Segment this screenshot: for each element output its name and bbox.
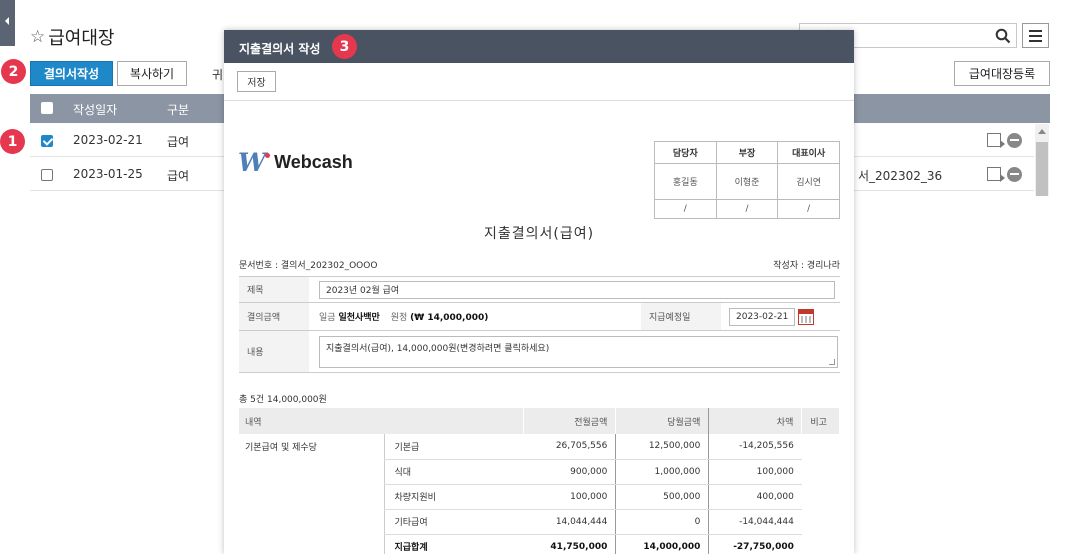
calendar-icon[interactable]: [797, 308, 814, 325]
scrollbar[interactable]: [1035, 124, 1049, 196]
column-header-item: 내역: [239, 408, 525, 434]
row-date: 2023-02-21: [73, 133, 143, 147]
delete-icon[interactable]: [1007, 133, 1022, 148]
column-header-date[interactable]: 작성일자: [73, 101, 117, 118]
company-logo: W Webcash: [238, 148, 353, 177]
content-textarea[interactable]: 지출결의서(급여), 14,000,000원(변경하려면 클릭하세요): [319, 335, 838, 368]
due-date-label: 지급예정일: [641, 302, 721, 331]
row-checkbox[interactable]: [41, 135, 53, 147]
approver-name: 김시연: [777, 163, 840, 200]
column-header-diff: 차액: [708, 408, 803, 434]
amount-value: 일금 일천사백만 원정 (₩ 14,000,000): [309, 302, 641, 331]
row-checkbox[interactable]: [41, 169, 53, 181]
approver-name: 홍길동: [654, 163, 717, 200]
approval-table: 담당자 부장 대표이사 홍길동 이형준 김시연 / / /: [654, 141, 840, 219]
row-title: 서_202302_36: [858, 169, 943, 183]
subject-label: 제목: [239, 276, 309, 303]
amount-korean: 일천사백만: [338, 313, 380, 323]
logo-mark: W: [238, 148, 266, 177]
copy-button[interactable]: 복사하기: [117, 61, 187, 86]
table-row: 기본급여 및 제수당 기본급 26,705,556 12,500,000 -14…: [239, 434, 840, 460]
chevron-left-icon: [5, 17, 9, 25]
approval-header: 담당자: [654, 141, 717, 164]
summary-text: 총 5건 14,000,000원: [239, 395, 327, 405]
step-badge-2: 2: [1, 59, 26, 84]
menu-button[interactable]: [1022, 23, 1049, 48]
step-badge-1: 1: [0, 129, 25, 154]
column-header-cur: 당월금액: [615, 408, 710, 434]
column-header-note: 비고: [801, 408, 840, 434]
step-badge-3: 3: [332, 34, 357, 59]
page-title: ☆ 급여대장: [30, 24, 115, 50]
star-icon[interactable]: ☆: [30, 27, 45, 47]
approval-header: 대표이사: [777, 141, 840, 164]
select-all-checkbox[interactable]: [41, 102, 53, 114]
approver-name: 이형준: [715, 163, 779, 200]
save-button[interactable]: 저장: [237, 71, 276, 92]
group-label: 기본급여 및 제수당: [245, 443, 317, 453]
row-type: 급여: [167, 135, 190, 149]
document-author: 작성자 : 경리나라: [773, 261, 840, 271]
row-type: 급여: [167, 169, 190, 183]
voucher-form: 제목 2023년 02월 급여 결의금액 일금 일천사백만 원정 (₩ 14,0…: [239, 276, 840, 373]
write-voucher-button[interactable]: 결의서작성: [30, 61, 113, 86]
content-label: 내용: [239, 330, 309, 373]
voucher-modal: 지출결의서 작성 3 저장 W Webcash 담당자 부장 대표이사 홍길동 …: [224, 30, 854, 554]
detail-table: 내역 전월금액 당월금액 차액 비고 기본급여 및 제수당 기본급 26,705…: [239, 408, 840, 554]
modal-header: 지출결의서 작성: [224, 30, 854, 63]
truncated-text: 귀: [212, 68, 224, 82]
scroll-up-icon[interactable]: [1038, 129, 1046, 134]
approval-date: /: [654, 199, 717, 219]
column-header-type[interactable]: 구분: [167, 101, 189, 118]
approval-date: /: [715, 199, 779, 219]
logo-text: Webcash: [274, 152, 353, 172]
amount-number: (₩ 14,000,000): [410, 313, 489, 323]
subject-field[interactable]: 2023년 02월 급여: [319, 280, 835, 299]
approval-header: 부장: [715, 141, 779, 164]
scrollbar-thumb[interactable]: [1036, 142, 1048, 196]
document-export-icon[interactable]: [987, 133, 1005, 148]
approval-date: /: [777, 199, 840, 219]
page-title-text: 급여대장: [48, 28, 115, 49]
search-icon[interactable]: [995, 28, 1011, 44]
sidebar-toggle[interactable]: [0, 0, 15, 46]
document-title: 지출결의서(급여): [483, 226, 595, 242]
row-date: 2023-01-25: [73, 167, 143, 181]
delete-icon[interactable]: [1007, 167, 1022, 182]
register-payroll-button[interactable]: 급여대장등록: [954, 61, 1050, 86]
document-number: 문서번호 : 결의서_202302_OOOO: [239, 261, 378, 271]
column-header-prev: 전월금액: [523, 408, 617, 434]
due-date-field[interactable]: 2023-02-21: [729, 307, 795, 326]
amount-label: 결의금액: [239, 302, 309, 331]
modal-title: 지출결의서 작성: [239, 42, 321, 56]
document-export-icon[interactable]: [987, 167, 1005, 182]
modal-toolbar: 저장: [224, 63, 854, 101]
